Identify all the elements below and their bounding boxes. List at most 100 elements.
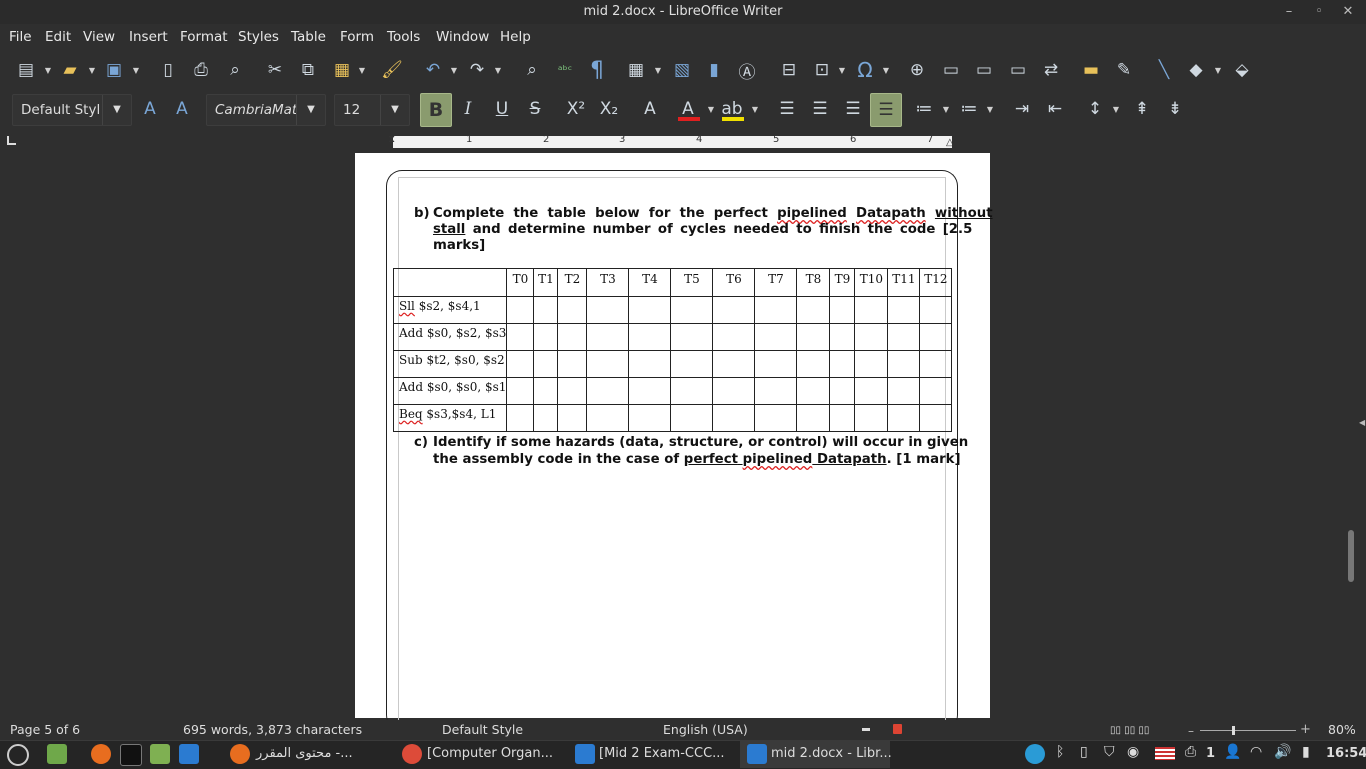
bullet-list-icon[interactable]: ≔ bbox=[912, 97, 936, 121]
table-header-cell[interactable]: T10 bbox=[854, 268, 889, 297]
view-layout-icons[interactable]: ▯▯ ▯▯ ▯▯ bbox=[1110, 725, 1149, 736]
superscript-button[interactable]: X² bbox=[564, 97, 588, 121]
italic-button[interactable]: I bbox=[456, 97, 480, 121]
close-icon[interactable]: ✕ bbox=[1339, 3, 1357, 21]
clone-formatting-icon[interactable]: 🖌 bbox=[380, 58, 404, 82]
selection-mode-icon[interactable] bbox=[862, 728, 870, 731]
new-dropdown-icon[interactable]: ▼ bbox=[44, 64, 52, 78]
word-count[interactable]: 695 words, 3,873 characters bbox=[183, 722, 362, 738]
track-changes-icon[interactable]: ✎ bbox=[1112, 58, 1136, 82]
volume-icon[interactable]: 🔊 bbox=[1274, 744, 1291, 760]
bookmark-icon[interactable]: ▭ bbox=[1006, 58, 1030, 82]
insert-field-icon[interactable]: ⊡ bbox=[810, 58, 834, 82]
paste-dropdown-icon[interactable]: ▼ bbox=[358, 64, 366, 78]
numbered-dropdown-icon[interactable]: ▼ bbox=[986, 103, 994, 117]
comment-icon[interactable]: ▬ bbox=[1079, 58, 1103, 82]
instruction-cell[interactable]: Sll $s2, $s4,1 bbox=[392, 296, 508, 324]
zoom-level[interactable]: 80% bbox=[1328, 722, 1356, 738]
formatting-marks-icon[interactable]: ¶ bbox=[585, 58, 609, 83]
user-icon[interactable]: 👤 bbox=[1224, 744, 1241, 760]
menu-tools[interactable]: Tools bbox=[387, 28, 420, 46]
print-icon[interactable]: ⎙ bbox=[189, 58, 213, 82]
mint-menu-icon[interactable] bbox=[7, 744, 29, 766]
files-icon[interactable] bbox=[150, 744, 170, 764]
document-modified-icon[interactable] bbox=[893, 724, 902, 734]
save-icon[interactable]: ▣ bbox=[102, 58, 126, 82]
open-dropdown-icon[interactable]: ▼ bbox=[88, 64, 96, 78]
vertical-scrollbar-thumb[interactable] bbox=[1348, 530, 1354, 582]
endnote-icon[interactable]: ▭ bbox=[972, 58, 996, 82]
table-corner-cell[interactable] bbox=[392, 268, 508, 297]
copy-icon[interactable]: ⧉ bbox=[296, 58, 320, 82]
tab-stop-icon[interactable] bbox=[7, 136, 16, 145]
chevron-down-icon[interactable]: ▼ bbox=[296, 95, 325, 125]
cut-icon[interactable]: ✂ bbox=[263, 58, 287, 82]
new-style-icon[interactable]: A bbox=[170, 97, 194, 121]
keyboard-layout-flag-icon[interactable] bbox=[1155, 747, 1175, 760]
insert-image-icon[interactable]: ▧ bbox=[670, 58, 694, 82]
increase-indent-icon[interactable]: ⇥ bbox=[1010, 97, 1034, 121]
insert-line-icon[interactable]: ╲ bbox=[1152, 58, 1176, 82]
clear-formatting-icon[interactable]: A bbox=[638, 97, 662, 121]
save-dropdown-icon[interactable]: ▼ bbox=[132, 64, 140, 78]
instruction-cell[interactable]: Sub $t2, $s0, $s2 bbox=[392, 350, 508, 378]
font-size-combo[interactable]: 12 ▼ bbox=[334, 94, 410, 126]
firefox-icon[interactable] bbox=[91, 744, 111, 764]
undo-icon[interactable]: ↶ bbox=[421, 58, 445, 82]
menu-format[interactable]: Format bbox=[180, 28, 228, 46]
basic-shapes-icon[interactable]: ◆ bbox=[1184, 58, 1208, 82]
increase-paragraph-spacing-icon[interactable]: ⇞ bbox=[1130, 97, 1154, 121]
line-spacing-dropdown-icon[interactable]: ▼ bbox=[1112, 103, 1120, 117]
firefox-window-icon[interactable] bbox=[230, 744, 250, 764]
table-header-cell[interactable]: T3 bbox=[586, 268, 630, 297]
decrease-paragraph-spacing-icon[interactable]: ⇟ bbox=[1163, 97, 1187, 121]
new-document-icon[interactable]: ▤ bbox=[14, 58, 38, 82]
special-character-icon[interactable]: Ω bbox=[853, 58, 877, 82]
wifi-icon[interactable]: ◠ bbox=[1250, 744, 1262, 760]
line-spacing-icon[interactable]: ↕ bbox=[1083, 97, 1107, 121]
spelling-icon[interactable]: ᵃᵇᶜ bbox=[553, 58, 577, 82]
language[interactable]: English (USA) bbox=[663, 722, 748, 738]
table-header-cell[interactable]: T5 bbox=[670, 268, 714, 297]
printer-icon[interactable]: ⎙ bbox=[1185, 744, 1196, 760]
zoom-slider[interactable] bbox=[1200, 730, 1296, 731]
redo-dropdown-icon[interactable]: ▼ bbox=[494, 64, 502, 78]
page-break-icon[interactable]: ⊟ bbox=[777, 58, 801, 82]
bluetooth-icon[interactable]: ᛒ bbox=[1056, 744, 1064, 760]
taskbar-item-mid2-exam[interactable]: [Mid 2 Exam-CCC... bbox=[599, 742, 725, 766]
pipeline-table[interactable]: T0 T1 T2 T3 T4 T5 T6 T7 T8 T9 T10 T11 T1… bbox=[392, 268, 953, 432]
instruction-cell[interactable]: Add $s0, $s2, $s3 bbox=[392, 323, 508, 351]
table-header-cell[interactable]: T0 bbox=[506, 268, 535, 297]
cross-reference-icon[interactable]: ⇄ bbox=[1039, 58, 1063, 82]
nvidia-icon[interactable]: ◉ bbox=[1127, 744, 1139, 760]
menu-window[interactable]: Window bbox=[436, 28, 489, 46]
align-center-icon[interactable]: ☰ bbox=[808, 97, 832, 121]
show-desktop-icon[interactable] bbox=[47, 744, 67, 764]
menu-help[interactable]: Help bbox=[500, 28, 531, 46]
insert-table-icon[interactable]: ▦ bbox=[624, 58, 648, 82]
undo-dropdown-icon[interactable]: ▼ bbox=[450, 64, 458, 78]
underline-button[interactable]: U bbox=[490, 97, 514, 121]
writer-icon[interactable] bbox=[575, 744, 595, 764]
footnote-icon[interactable]: ▭ bbox=[939, 58, 963, 82]
right-indent-marker[interactable]: △ bbox=[946, 137, 954, 148]
decrease-indent-icon[interactable]: ⇤ bbox=[1043, 97, 1067, 121]
menu-file[interactable]: File bbox=[9, 28, 32, 46]
vscode-icon[interactable] bbox=[179, 744, 199, 764]
draw-functions-icon[interactable]: ⬙ bbox=[1230, 58, 1254, 82]
table-header-cell[interactable]: T9 bbox=[829, 268, 856, 297]
insert-textbox-icon[interactable]: Ⓐ bbox=[735, 58, 759, 83]
open-folder-icon[interactable]: ▰ bbox=[58, 58, 82, 82]
table-header-cell[interactable]: T12 bbox=[919, 268, 953, 297]
highlight-dropdown-icon[interactable]: ▼ bbox=[751, 103, 759, 117]
chevron-down-icon[interactable]: ▼ bbox=[380, 95, 409, 125]
export-pdf-icon[interactable]: ▯ bbox=[156, 58, 180, 82]
chevron-down-icon[interactable]: ▼ bbox=[102, 95, 131, 125]
zoom-in-icon[interactable]: + bbox=[1300, 722, 1311, 737]
minimize-icon[interactable]: – bbox=[1280, 3, 1298, 21]
taskbar-item-mid2-docx[interactable]: mid 2.docx - Libr... bbox=[771, 742, 892, 766]
update-style-icon[interactable]: A bbox=[138, 97, 162, 121]
field-dropdown-icon[interactable]: ▼ bbox=[838, 64, 846, 78]
page-count[interactable]: Page 5 of 6 bbox=[10, 722, 80, 738]
bullet-dropdown-icon[interactable]: ▼ bbox=[942, 103, 950, 117]
